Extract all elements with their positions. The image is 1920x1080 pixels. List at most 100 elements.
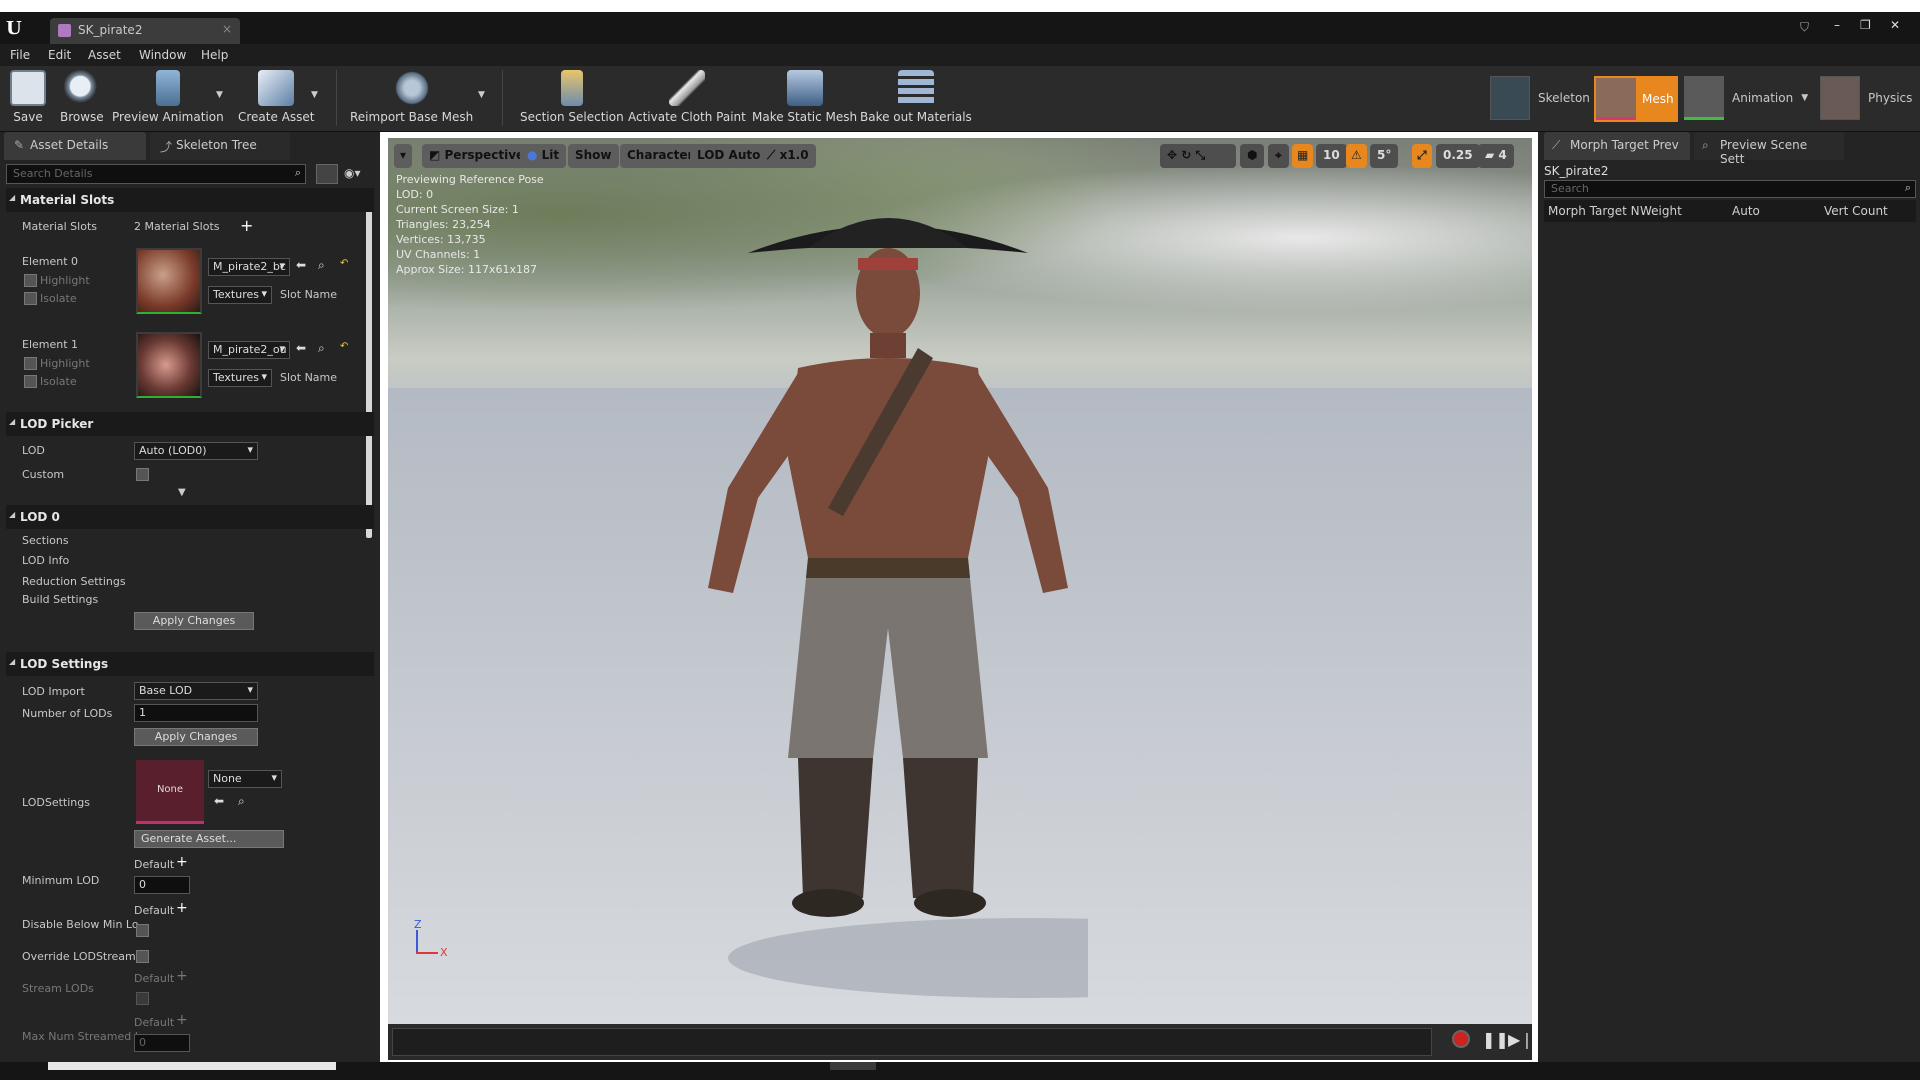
visibility-eye-icon[interactable]: ◉▾ (344, 166, 361, 180)
add-material-slot-icon[interactable]: + (240, 216, 253, 235)
element-0-use-selected-icon[interactable]: ⬅ (296, 258, 306, 272)
camera-speed-button[interactable]: ▰ 4 (1478, 144, 1514, 168)
element-1-textures-dropdown[interactable]: Textures (208, 369, 272, 387)
animation-dropdown-icon[interactable]: ▼ (1801, 93, 1808, 103)
surface-snap-icon[interactable]: ⌖ (1268, 144, 1289, 168)
save-button[interactable]: Save (10, 70, 46, 124)
grid-snap-icon[interactable]: ▦ (1292, 144, 1314, 168)
override-lodstreaming-checkbox[interactable] (136, 950, 149, 963)
menu-window[interactable]: Window (139, 48, 186, 62)
element-0-highlight-checkbox[interactable] (24, 274, 37, 287)
preview-animation-button[interactable]: Preview Animation (112, 70, 224, 124)
unreal-logo-icon[interactable]: U (6, 18, 22, 39)
close-window-icon[interactable]: ✕ (1890, 18, 1900, 32)
menu-file[interactable]: File (10, 48, 30, 62)
element-0-material-dropdown[interactable]: M_pirate2_bc (208, 258, 290, 276)
perspective-button[interactable]: ◩ Perspective (422, 144, 532, 168)
learn-icon[interactable]: ⛉ (1800, 20, 1809, 35)
section-lod-picker[interactable]: LOD Picker (6, 412, 374, 436)
number-of-lods-input[interactable]: 1 (134, 704, 258, 722)
max-num-add-icon[interactable]: + (176, 1012, 188, 1028)
element-1-material-thumbnail[interactable] (136, 332, 202, 398)
record-icon[interactable] (1452, 1030, 1470, 1048)
lod-settings-apply-button[interactable]: Apply Changes (134, 728, 258, 746)
lit-button[interactable]: ● Lit (520, 144, 567, 168)
minimize-icon[interactable]: – (1834, 18, 1840, 32)
mode-mesh[interactable]: Mesh (1594, 76, 1678, 122)
lodsettings-use-selected-icon[interactable]: ⬅ (214, 794, 224, 808)
element-0-textures-dropdown[interactable]: Textures (208, 286, 272, 304)
lod-import-dropdown[interactable]: Base LOD (134, 682, 258, 700)
element-0-slot-name[interactable]: Slot Name (280, 288, 337, 301)
custom-checkbox[interactable] (136, 468, 149, 481)
lodsettings-dropdown[interactable]: None (208, 770, 282, 788)
element-1-material-dropdown[interactable]: M_pirate2_ou (208, 341, 290, 359)
create-asset-button[interactable]: Create Asset (238, 70, 315, 124)
viewport[interactable]: ▾ ◩ Perspective ● Lit Show Character LOD… (388, 138, 1532, 1024)
element-0-browse-icon[interactable]: ⌕ (318, 258, 325, 273)
step-forward-icon[interactable]: ▶❘ (1508, 1030, 1534, 1049)
pirate-character-model[interactable] (688, 198, 1088, 1018)
make-static-mesh-button[interactable]: Make Static Mesh (752, 70, 857, 124)
element-0-isolate-checkbox[interactable] (24, 292, 37, 305)
rotation-snap-value[interactable]: 5° (1370, 144, 1399, 168)
reimport-button[interactable]: Reimport Base Mesh (350, 70, 473, 124)
lod-info-item[interactable]: LOD Info (22, 554, 69, 567)
close-tab-icon[interactable]: × (222, 22, 232, 36)
stream-lods-checkbox[interactable] (136, 992, 149, 1005)
bake-materials-button[interactable]: Bake out Materials (860, 70, 972, 124)
mode-skeleton[interactable]: Skeleton (1490, 76, 1590, 120)
cloth-paint-button[interactable]: Activate Cloth Paint (628, 70, 746, 124)
disable-below-checkbox[interactable] (136, 924, 149, 937)
lodsettings-browse-icon[interactable]: ⌕ (238, 794, 245, 809)
scale-snap-icon[interactable]: ⤢ (1412, 144, 1432, 168)
element-0-reset-icon[interactable]: ↶ (340, 258, 348, 269)
tab-morph-target-preview[interactable]: ⟋ Morph Target Prev (1544, 132, 1690, 160)
create-asset-dropdown-icon[interactable]: ▼ (311, 90, 318, 100)
timeline-scrubber[interactable] (392, 1028, 1432, 1056)
character-button[interactable]: Character (620, 144, 701, 168)
element-1-highlight-checkbox[interactable] (24, 357, 37, 370)
tab-asset-details[interactable]: ✎ Asset Details (4, 132, 146, 160)
stream-lods-add-icon[interactable]: + (176, 968, 188, 984)
lod-dropdown[interactable]: Auto (LOD0) (134, 442, 258, 460)
element-1-browse-icon[interactable]: ⌕ (318, 341, 325, 356)
details-search-input[interactable]: Search Details ⌕ (6, 164, 306, 184)
preview-animation-dropdown-icon[interactable]: ▼ (216, 90, 223, 100)
section-lod-settings[interactable]: LOD Settings (6, 652, 374, 676)
local-space-icon[interactable]: ⬢ (1240, 144, 1265, 168)
expand-advanced-icon[interactable]: ▼ (178, 487, 186, 498)
menu-help[interactable]: Help (201, 48, 228, 62)
tab-skeleton-tree[interactable]: ⤴ Skeleton Tree (150, 132, 290, 160)
element-1-use-selected-icon[interactable]: ⬅ (296, 341, 306, 355)
mode-animation[interactable]: Animation ▼ (1684, 76, 1808, 120)
col-weight[interactable]: Weight (1640, 204, 1682, 218)
viewport-options-dropdown-icon[interactable]: ▾ (394, 144, 413, 168)
playback-speed-button[interactable]: ⟋ x1.0 (760, 144, 816, 168)
element-1-slot-name[interactable]: Slot Name (280, 371, 337, 384)
sections-item[interactable]: Sections (22, 534, 69, 547)
element-1-reset-icon[interactable]: ↶ (340, 341, 348, 352)
minimum-lod-add-icon[interactable]: + (176, 854, 188, 870)
lod0-apply-changes-button[interactable]: Apply Changes (134, 612, 254, 630)
section-lod-0[interactable]: LOD 0 (6, 505, 374, 529)
browse-button[interactable]: Browse (60, 70, 104, 124)
maximize-icon[interactable]: ❐ (1860, 18, 1871, 32)
property-matrix-icon[interactable] (316, 164, 338, 184)
lodsettings-thumbnail[interactable]: None (136, 760, 204, 824)
rotation-snap-icon[interactable]: ⚠ (1346, 144, 1367, 168)
section-selection-button[interactable]: Section Selection (520, 70, 624, 124)
pause-icon[interactable]: ❚❚ (1482, 1030, 1509, 1049)
tab-preview-scene-settings[interactable]: ⌕ Preview Scene Sett (1694, 132, 1844, 166)
minimum-lod-input[interactable]: 0 (134, 876, 190, 894)
status-scroll-handle[interactable] (830, 1062, 876, 1070)
generate-asset-button[interactable]: Generate Asset... (134, 830, 284, 848)
scale-snap-value[interactable]: 0.25 (1436, 144, 1480, 168)
reimport-dropdown-icon[interactable]: ▼ (478, 90, 485, 100)
disable-below-add-icon[interactable]: + (176, 900, 188, 916)
details-scrollbar[interactable] (366, 188, 372, 538)
show-button[interactable]: Show (568, 144, 619, 168)
reduction-settings-item[interactable]: Reduction Settings (22, 575, 126, 588)
mode-physics[interactable]: Physics (1820, 76, 1912, 120)
col-auto[interactable]: Auto (1732, 204, 1760, 218)
